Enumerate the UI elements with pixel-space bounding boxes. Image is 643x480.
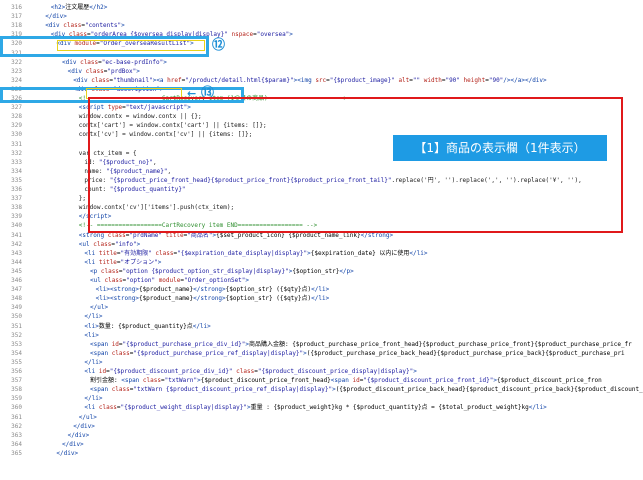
code-text: </div> bbox=[56, 449, 79, 457]
line-number: 365 bbox=[11, 449, 22, 457]
callout-product-display: 【1】商品の表示欄（1件表示） bbox=[393, 135, 607, 161]
code-line-365: 365 </div> bbox=[0, 448, 643, 459]
code-editor: 316 <h2>注文履歴</h2> 317 </div> 318 <div class="… bbox=[0, 0, 643, 480]
highlight-box-module-order bbox=[57, 40, 205, 51]
marker-12: ⑫ bbox=[212, 38, 226, 53]
highlight-box-cart-recovery bbox=[88, 97, 623, 233]
